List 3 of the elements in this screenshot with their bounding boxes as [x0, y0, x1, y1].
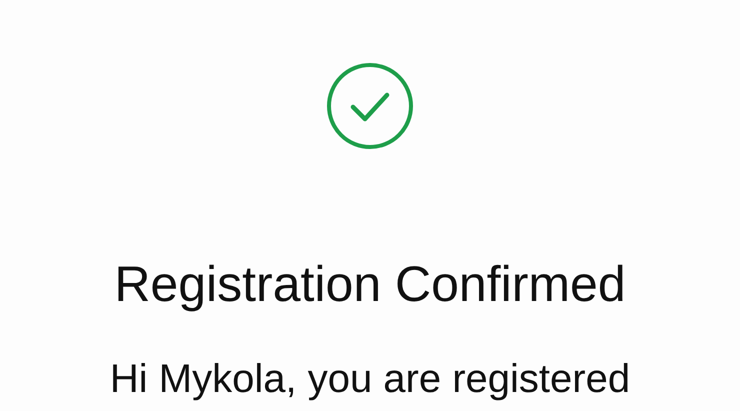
confirmation-message: Hi Mykola, you are registered [110, 356, 630, 403]
check-icon [326, 62, 414, 150]
confirmation-title: Registration Confirmed [114, 255, 626, 314]
